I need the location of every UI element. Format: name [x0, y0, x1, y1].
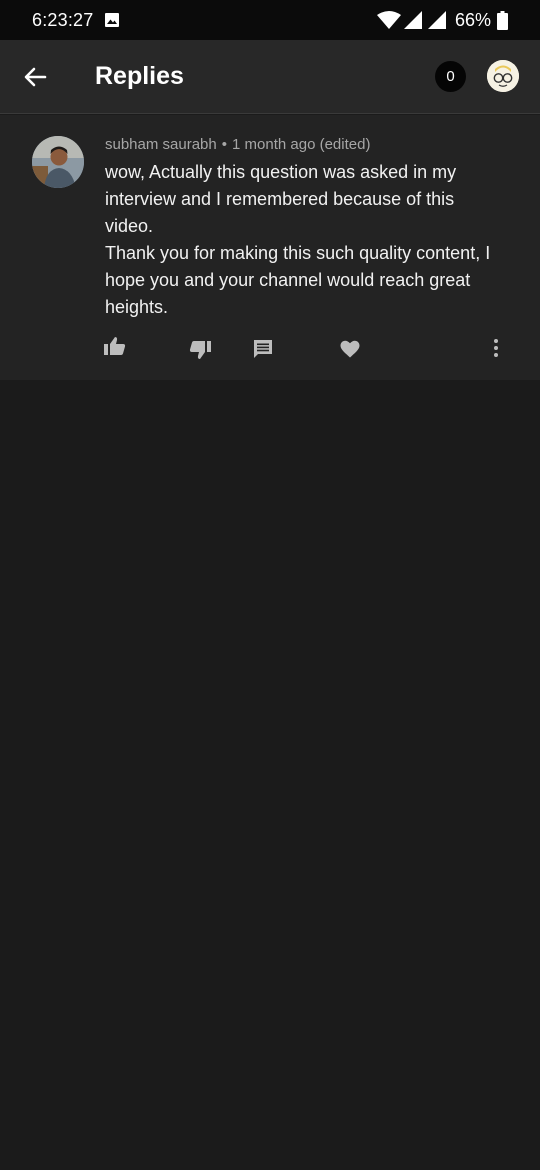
commenter-avatar[interactable]: [32, 136, 84, 188]
more-options-button[interactable]: [492, 338, 500, 363]
battery-percent: 66%: [454, 9, 491, 30]
signal-icon: [403, 10, 423, 30]
dislike-button[interactable]: [189, 340, 211, 365]
back-button[interactable]: [20, 62, 50, 92]
wifi-icon: [376, 10, 401, 30]
account-avatar-icon: [487, 60, 519, 92]
like-button[interactable]: [104, 336, 126, 361]
heart-button[interactable]: [340, 340, 360, 363]
status-time: 6:23:27: [32, 10, 94, 30]
status-bar: 6:23:27 66%: [0, 0, 540, 40]
arrow-left-icon: [24, 67, 47, 87]
comment-card: subham saurabh • 1 month ago (edited) wow,…: [0, 115, 540, 380]
notification-count-badge[interactable]: 0: [435, 61, 466, 92]
comment-line: Thank you for making this such quality c…: [105, 243, 491, 317]
heart-icon: [340, 340, 360, 358]
signal-icon-2: [427, 10, 447, 30]
commenter-avatar-icon: [32, 136, 84, 188]
app-bar: Replies 0: [0, 40, 540, 114]
comment-line: wow, Actually this question was asked in…: [105, 162, 457, 236]
reply-button[interactable]: [253, 339, 273, 364]
more-vert-icon: [494, 339, 498, 357]
status-right-group: 66%: [376, 9, 508, 31]
comment-author[interactable]: subham saurabh: [105, 136, 217, 153]
reply-icon: [254, 340, 272, 358]
comment-time: 1 month ago (edited): [232, 136, 371, 153]
battery-icon: [497, 10, 508, 30]
meta-separator: •: [221, 136, 228, 153]
image-notification-icon: [104, 12, 120, 28]
dislike-icon: [189, 341, 211, 359]
account-avatar[interactable]: [487, 60, 519, 92]
comment-meta: subham saurabh • 1 month ago (edited): [105, 136, 370, 153]
comment-text: wow, Actually this question was asked in…: [105, 159, 505, 321]
page-title: Replies: [95, 62, 184, 90]
like-icon: [104, 337, 126, 355]
